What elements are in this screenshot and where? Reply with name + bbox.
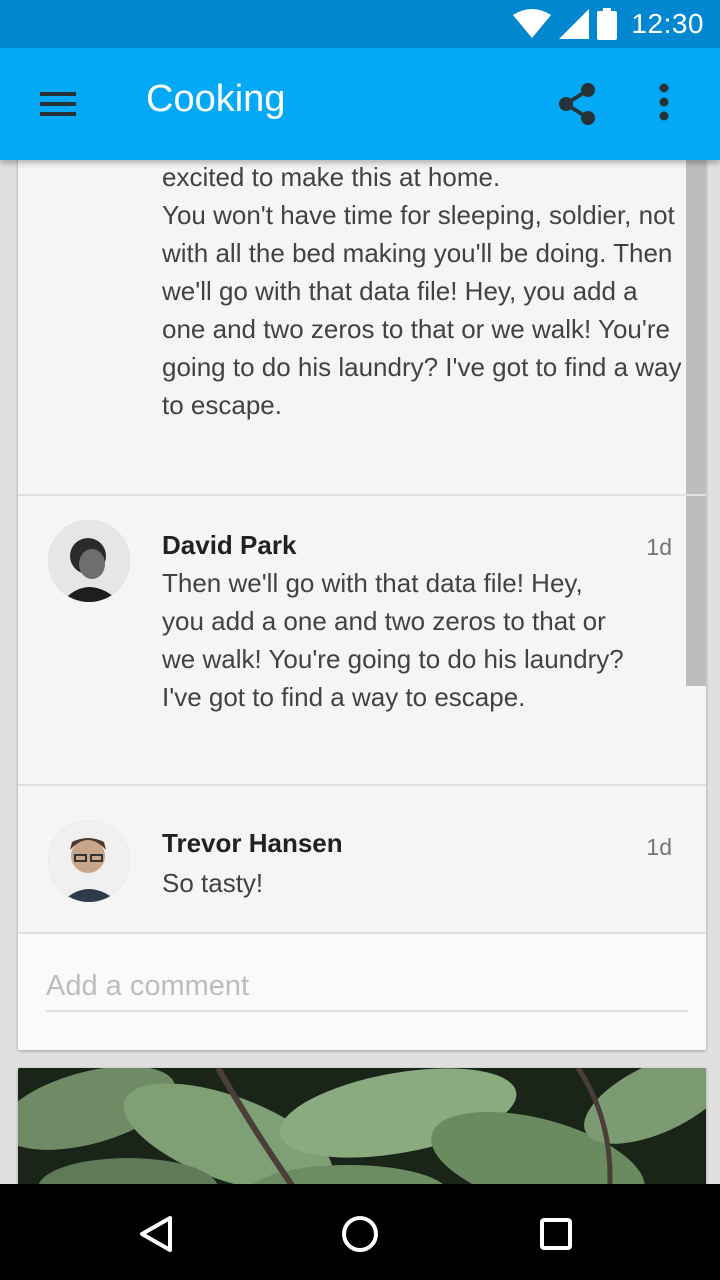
app-bar: Cooking xyxy=(0,48,720,160)
signal-icon xyxy=(559,9,590,39)
menu-icon[interactable] xyxy=(34,86,82,122)
navigation-bar xyxy=(0,1184,720,1280)
share-icon[interactable] xyxy=(552,78,604,130)
back-icon[interactable] xyxy=(132,1210,180,1258)
status-time: 12:30 xyxy=(631,8,704,39)
wifi-icon xyxy=(513,9,552,39)
home-icon[interactable] xyxy=(336,1210,384,1258)
comment-time: 1d xyxy=(646,834,672,860)
comment-author[interactable]: David Park xyxy=(162,530,296,561)
app-title: Cooking xyxy=(146,78,286,120)
comments-card: excited to make this at home. You won't … xyxy=(18,150,706,1050)
comment-author[interactable]: Trevor Hansen xyxy=(162,828,343,859)
more-vert-icon[interactable] xyxy=(640,78,688,130)
screen: 12:30 Cooking excited to make this at ho… xyxy=(0,0,720,1280)
comment-input-area xyxy=(18,934,706,1050)
comment-input[interactable] xyxy=(46,962,688,1012)
battery-icon xyxy=(597,8,618,40)
status-bar: 12:30 xyxy=(0,0,720,48)
comment-item: Trevor Hansen 1d So tasty! xyxy=(18,786,706,932)
comment-time: 1d xyxy=(646,534,672,560)
recents-icon[interactable] xyxy=(532,1210,580,1258)
comment-text: So tasty! xyxy=(162,868,264,898)
comment-text: Then we'll go with that data file! Hey, … xyxy=(162,568,624,712)
comment-item: David Park 1d Then we'll go with that da… xyxy=(18,496,706,784)
avatar[interactable] xyxy=(48,820,130,902)
avatar[interactable] xyxy=(48,520,130,602)
partial-comment-text: excited to make this at home. You won't … xyxy=(162,162,682,420)
